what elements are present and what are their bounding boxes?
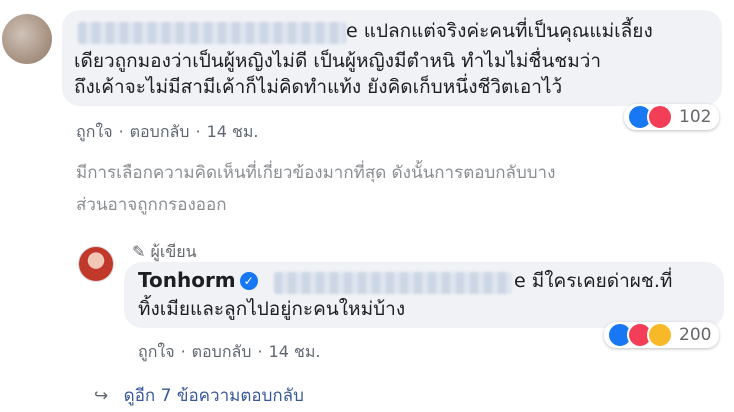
redacted-name	[274, 272, 512, 294]
author-label: ผู้เขียน	[150, 242, 197, 261]
reply-text-line-2: ทิ้งเมียและลูกไปอยู่กะคนใหม่บ้าง	[138, 298, 406, 320]
reaction-count: 200	[679, 325, 712, 345]
reply-link[interactable]: ตอบกลับ	[130, 122, 190, 141]
reply-link[interactable]: ตอบกลับ	[192, 342, 252, 361]
commenter-avatar[interactable]	[2, 14, 52, 64]
like-link[interactable]: ถูกใจ	[76, 122, 113, 141]
reaction-summary[interactable]: 200	[604, 322, 720, 348]
comment-text-line-1: e แปลกแต่จริงค่ะคนที่เป็นคุณแม่เลี้ยง	[346, 20, 653, 42]
filter-notice-line-2: ส่วนอาจถูกกรองออก	[76, 195, 227, 215]
separator: ·	[257, 342, 263, 361]
timestamp[interactable]: 14 ชม.	[269, 342, 321, 361]
love-reaction-icon	[647, 104, 673, 130]
pencil-icon: ✎	[132, 242, 146, 261]
author-name-row: Tonhorm ✓	[138, 268, 258, 292]
reply-text-line-1: e มีใครเคยด่าผช.ที่	[514, 270, 673, 292]
separator: ·	[195, 122, 201, 141]
reply-bubble: Tonhorm ✓ e มีใครเคยด่าผช.ที่ ทิ้งเมียและ…	[124, 262, 724, 328]
comment-text-line-2: เดียวถูกมองว่าเป็นผู้หญิงไม่ดี เป็นผู้หญ…	[74, 50, 602, 72]
reaction-summary[interactable]: 102	[624, 104, 720, 130]
like-link[interactable]: ถูกใจ	[138, 342, 175, 361]
comment-text-line-3: ถึงเค้าจะไม่มีสามีเค้าก็ไม่คิดทำแท้ง ยัง…	[74, 76, 563, 98]
comment-bubble: e แปลกแต่จริงค่ะคนที่เป็นคุณแม่เลี้ยง เด…	[62, 10, 722, 106]
reply-actions: ถูกใจ · ตอบกลับ · 14 ชม.	[138, 340, 321, 365]
author-avatar[interactable]	[78, 246, 114, 282]
timestamp[interactable]: 14 ชม.	[207, 122, 259, 141]
verified-badge-icon: ✓	[239, 272, 258, 290]
separator: ·	[180, 342, 186, 361]
more-replies-label[interactable]: ดูอีก 7 ข้อความตอบกลับ	[124, 386, 304, 406]
haha-reaction-icon	[647, 322, 673, 348]
author-name[interactable]: Tonhorm	[138, 268, 236, 292]
reaction-count: 102	[679, 107, 712, 127]
separator: ·	[118, 122, 124, 141]
redacted-name	[78, 22, 346, 44]
comment-actions: ถูกใจ · ตอบกลับ · 14 ชม.	[76, 120, 259, 145]
filter-notice-line-1: มีการเลือกความคิดเห็นที่เกี่ยวข้องมากที่…	[76, 163, 556, 183]
reply-arrow-icon: ↪	[94, 386, 109, 406]
more-replies-link[interactable]: ↪ ดูอีก 7 ข้อความตอบกลับ	[94, 382, 304, 409]
